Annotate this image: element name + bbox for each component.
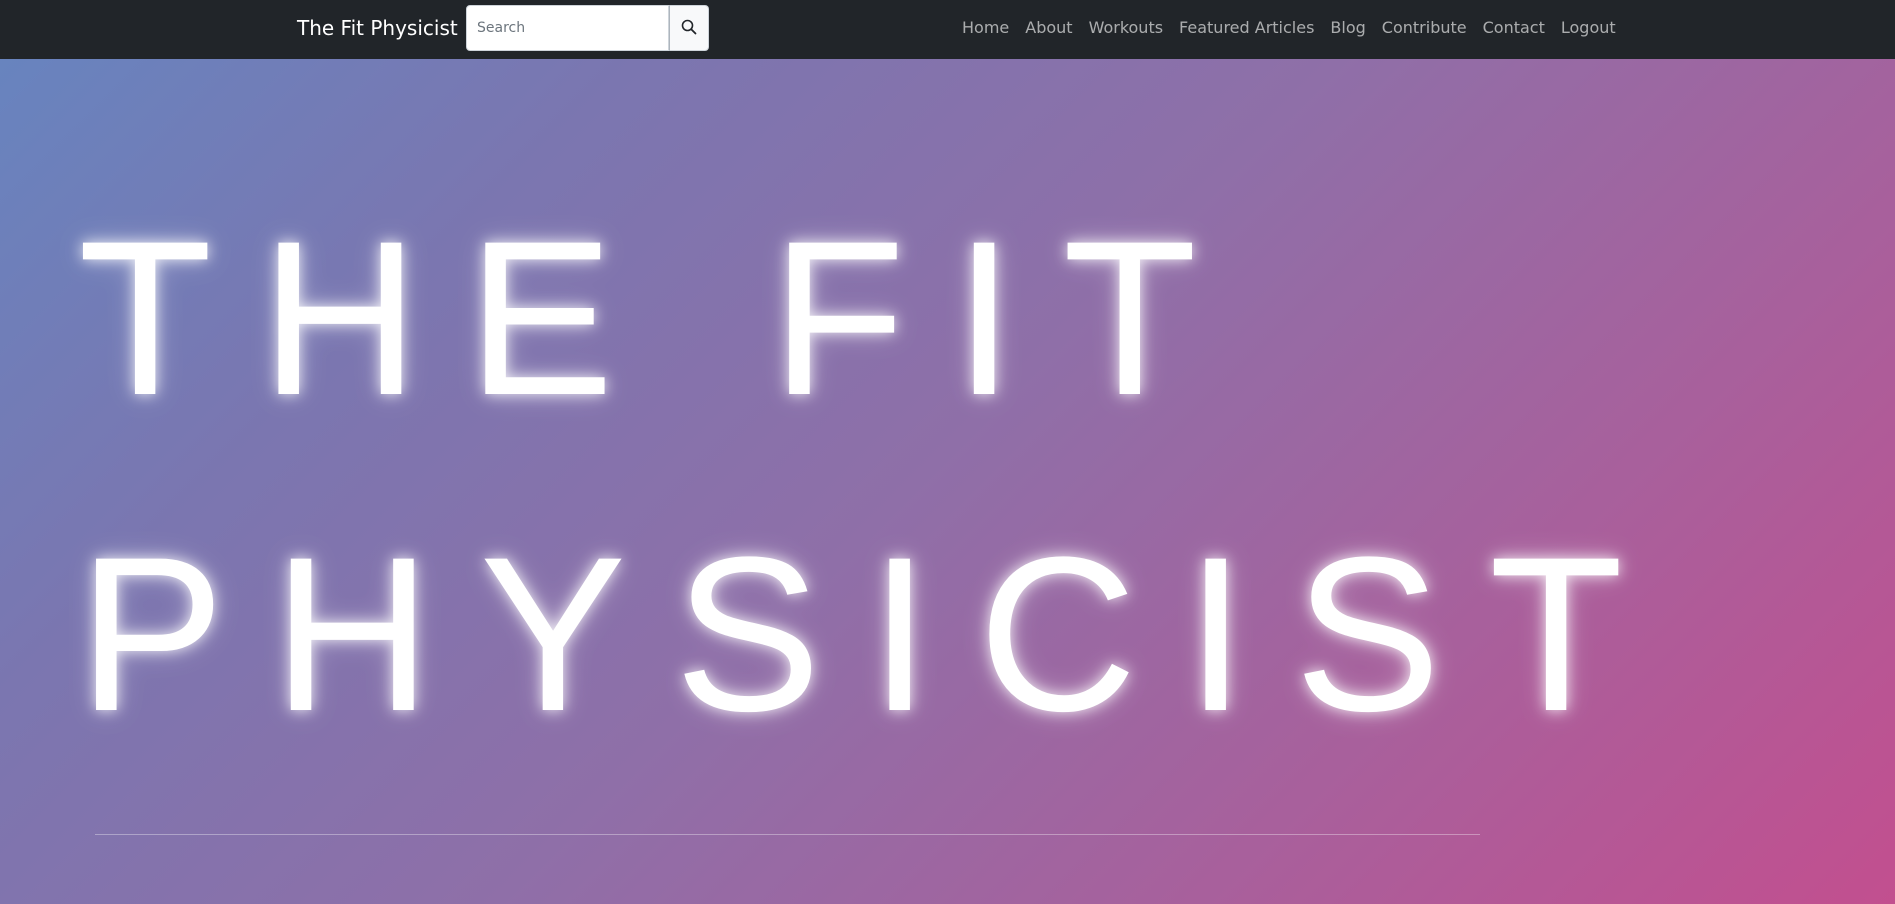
hero-title-line-2: PHYSICIST xyxy=(78,511,1672,757)
nav-link-home[interactable]: Home xyxy=(962,17,1009,39)
nav-link-contact[interactable]: Contact xyxy=(1483,17,1545,39)
search-button[interactable] xyxy=(669,5,709,51)
nav-link-about[interactable]: About xyxy=(1025,17,1072,39)
nav-link-featured-articles[interactable]: Featured Articles xyxy=(1179,17,1314,39)
brand-logo-link[interactable]: The Fit Physicist xyxy=(297,14,458,42)
hero-divider xyxy=(95,834,1480,835)
nav-link-workouts[interactable]: Workouts xyxy=(1089,17,1163,39)
nav-links: Home About Workouts Featured Articles Bl… xyxy=(962,17,1632,39)
nav-link-blog[interactable]: Blog xyxy=(1330,17,1365,39)
nav-link-logout[interactable]: Logout xyxy=(1561,17,1616,39)
search-form xyxy=(466,5,709,51)
nav-link-contribute[interactable]: Contribute xyxy=(1382,17,1467,39)
top-navbar: The Fit Physicist Home About Workouts Fe… xyxy=(0,0,1895,59)
search-icon xyxy=(681,19,697,38)
hero-title-line-1: THE FIT xyxy=(78,195,1246,441)
hero-title: THE FIT PHYSICIST xyxy=(78,195,1672,794)
search-input[interactable] xyxy=(466,5,669,51)
